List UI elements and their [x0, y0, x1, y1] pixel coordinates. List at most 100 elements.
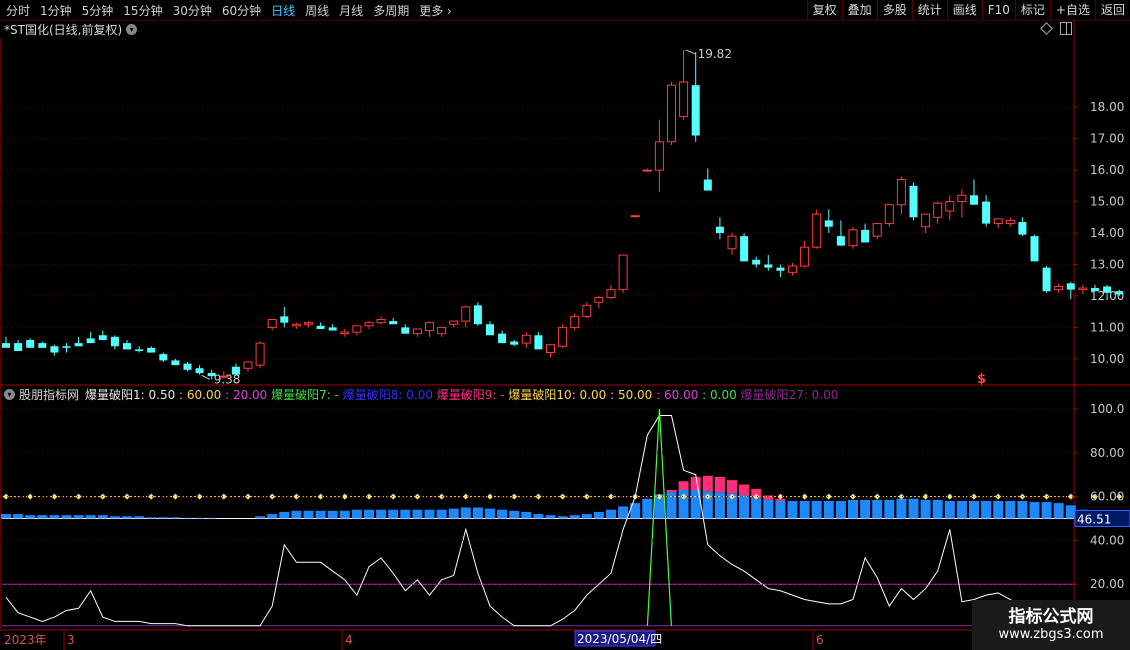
chevron-down-icon[interactable]: ▾: [4, 388, 15, 400]
candle-46: [558, 324, 568, 348]
candle-body-65: [788, 265, 797, 273]
price-tick-label-2: 16.00: [1090, 163, 1124, 177]
blue-bar-40: [485, 508, 495, 519]
candle-body-56: [679, 81, 689, 118]
candle-60: [727, 233, 737, 256]
candle-body-28: [340, 331, 350, 335]
blue-bar-17: [206, 517, 217, 519]
low-label: 9.38: [214, 372, 241, 386]
candle-23: [280, 306, 289, 328]
ind-tick-label-3: 40.00: [1090, 533, 1124, 547]
blue-bar-78: [944, 500, 955, 519]
blue-bar-46: [557, 516, 568, 519]
blue-bar-14: [170, 517, 181, 519]
candle-82: [993, 218, 1003, 229]
candle-70: [848, 226, 858, 249]
candle-body-58: [703, 179, 712, 191]
candle-body-71: [861, 229, 870, 243]
candle-80: [970, 179, 978, 205]
candle-body-73: [884, 204, 894, 225]
stock-chart[interactable]: 18.0017.0016.0015.0014.0013.0012.0011.00…: [0, 0, 1130, 650]
blue-bar-47: [569, 515, 580, 519]
candle-body-14: [171, 360, 180, 366]
blue-bar-76: [920, 499, 931, 519]
candle-55: [667, 82, 676, 145]
candle-72: [872, 223, 882, 240]
blue-bar-65: [787, 500, 798, 519]
blue-bar-84: [1017, 500, 1028, 519]
candle-89: [1078, 284, 1088, 295]
watermark-url: www.zbgs3.com: [998, 627, 1104, 642]
candle-body-76: [921, 213, 931, 228]
blue-bar-39: [472, 507, 483, 519]
candle-body-0: [2, 343, 10, 348]
year-label: 2023年: [4, 633, 47, 647]
candle-48: [582, 302, 592, 318]
yellow-diamond-86: [1043, 493, 1050, 500]
candle-86: [1042, 266, 1051, 293]
price-tick-label-1: 17.00: [1090, 132, 1124, 146]
yellow-diamond-30: [366, 493, 372, 500]
blue-bar-1: [13, 514, 24, 519]
blue-bar-10: [122, 516, 132, 519]
candle-body-27: [328, 327, 337, 331]
candle-15: [183, 361, 192, 372]
candle-45: [546, 344, 555, 358]
blue-bar-88: [1065, 505, 1076, 519]
candle-20: [243, 361, 253, 372]
candle-73: [884, 204, 894, 227]
blue-bar-13: [158, 517, 169, 519]
candle-body-36: [437, 326, 447, 335]
candle-37: [449, 320, 459, 328]
candle-body-67: [812, 213, 822, 248]
candle-body-78: [945, 201, 955, 212]
candle-body-81: [982, 201, 991, 224]
candle-77: [933, 201, 943, 224]
yellow-diamond-74: [898, 493, 905, 500]
candle-body-89: [1078, 287, 1088, 291]
yellow-diamond-6: [75, 493, 82, 500]
candle-85: [1030, 234, 1039, 262]
candle-51: [618, 254, 628, 293]
candle-body-57: [691, 85, 700, 136]
candle-body-87: [1054, 285, 1064, 291]
candle-body-11: [135, 349, 144, 351]
candle-31: [376, 316, 386, 325]
blue-bar-31: [376, 509, 387, 519]
legend-entry-10: 爆量破阳27: 0.00: [736, 387, 839, 402]
blue-bar-61: [739, 495, 750, 519]
month-label-0: 3: [67, 633, 75, 647]
candle-body-37: [449, 320, 459, 325]
candle-body-33: [401, 327, 410, 334]
candle-body-2: [26, 339, 35, 348]
candle-body-35: [425, 322, 434, 332]
candle-body-23: [280, 316, 289, 323]
pink-bar-61: [739, 484, 750, 496]
blue-bar-50: [606, 509, 616, 519]
candle-36: [437, 326, 447, 337]
ind-tick-label-2: 60.00: [1090, 490, 1124, 504]
candle-25: [304, 321, 313, 328]
candle-84: [1018, 217, 1027, 237]
candle-body-53: [642, 169, 652, 172]
yellow-diamond-0: [3, 493, 9, 500]
candle-83: [1005, 217, 1015, 227]
candle-body-44: [534, 335, 543, 350]
candle-4: [50, 344, 59, 356]
candle-body-72: [872, 223, 882, 237]
candle-42: [510, 339, 519, 347]
candle-79: [957, 188, 967, 218]
candle-52: [630, 215, 640, 218]
blue-bar-51: [618, 506, 629, 519]
legend-entry-0: 爆量破阳1: 0.50: [85, 387, 176, 402]
yellow-diamond-48: [583, 493, 590, 500]
candle-body-20: [243, 361, 253, 369]
candle-body-30: [364, 322, 374, 327]
ind-tick-label-0: 100.0: [1090, 402, 1124, 416]
candle-body-88: [1066, 283, 1075, 290]
candle-27: [328, 324, 337, 331]
blue-bar-0: [1, 514, 11, 519]
candle-body-69: [836, 236, 845, 246]
blue-bar-86: [1041, 502, 1052, 519]
candle-87: [1054, 283, 1064, 293]
